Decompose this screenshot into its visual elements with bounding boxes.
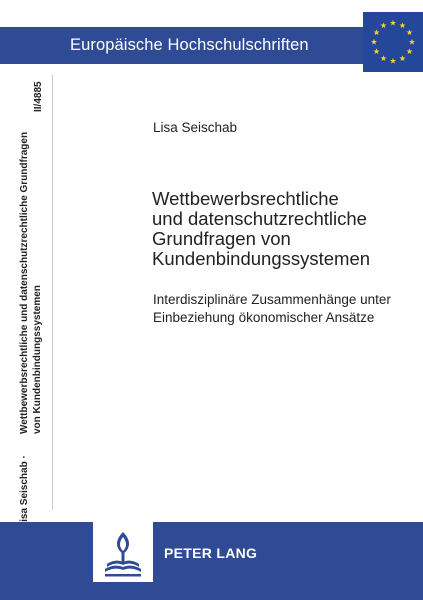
publisher-band xyxy=(0,522,423,600)
book-subtitle: Interdisziplinäre Zusammenhänge unter Ei… xyxy=(153,291,391,326)
flag-star xyxy=(373,29,380,36)
spine-text: Lisa Seischab · Wettbewerbsrechtliche un… xyxy=(18,132,44,528)
title-line: und datenschutzrechtliche xyxy=(152,208,367,229)
flag-star xyxy=(380,22,387,29)
flag-star xyxy=(406,29,413,36)
flag-star xyxy=(406,48,413,55)
publisher-name: PETER LANG xyxy=(164,545,258,561)
book-cover: Europäische Hochschulschriften II/4885 L… xyxy=(0,0,423,600)
spine-title-line-2: von Kundenbindungssystemen xyxy=(32,285,43,434)
flag-star xyxy=(399,55,406,62)
peter-lang-logo-icon xyxy=(93,522,153,582)
spine-title-line-1: Wettbewerbsrechtliche und datenschutzrec… xyxy=(19,131,30,434)
flag-star xyxy=(408,38,416,45)
flag-star xyxy=(399,22,406,29)
flag-star xyxy=(380,55,387,62)
author-name: Lisa Seischab xyxy=(153,120,238,135)
spine-divider xyxy=(52,75,53,510)
series-title: Europäische Hochschulschriften xyxy=(70,36,309,54)
spine-author: Lisa Seischab · xyxy=(19,455,30,528)
title-line: Grundfragen von xyxy=(152,228,291,249)
spine-series-number: II/4885 xyxy=(33,81,44,112)
subtitle-line: Interdisziplinäre Zusammenhänge unter xyxy=(153,292,391,307)
subtitle-line: Einbeziehung ökonomischer Ansätze xyxy=(153,309,375,325)
eu-flag-icon xyxy=(363,12,423,72)
title-line: Wettbewerbsrechtliche xyxy=(152,188,339,209)
flag-star xyxy=(373,48,380,55)
title-line: Kundenbindungssystemen xyxy=(152,248,371,269)
book-title: Wettbewerbsrechtliche und datenschutzrec… xyxy=(152,189,370,269)
flag-star xyxy=(389,19,397,26)
spine-separator: · xyxy=(19,455,30,459)
flag-star xyxy=(389,57,397,64)
flag-star xyxy=(370,38,378,45)
